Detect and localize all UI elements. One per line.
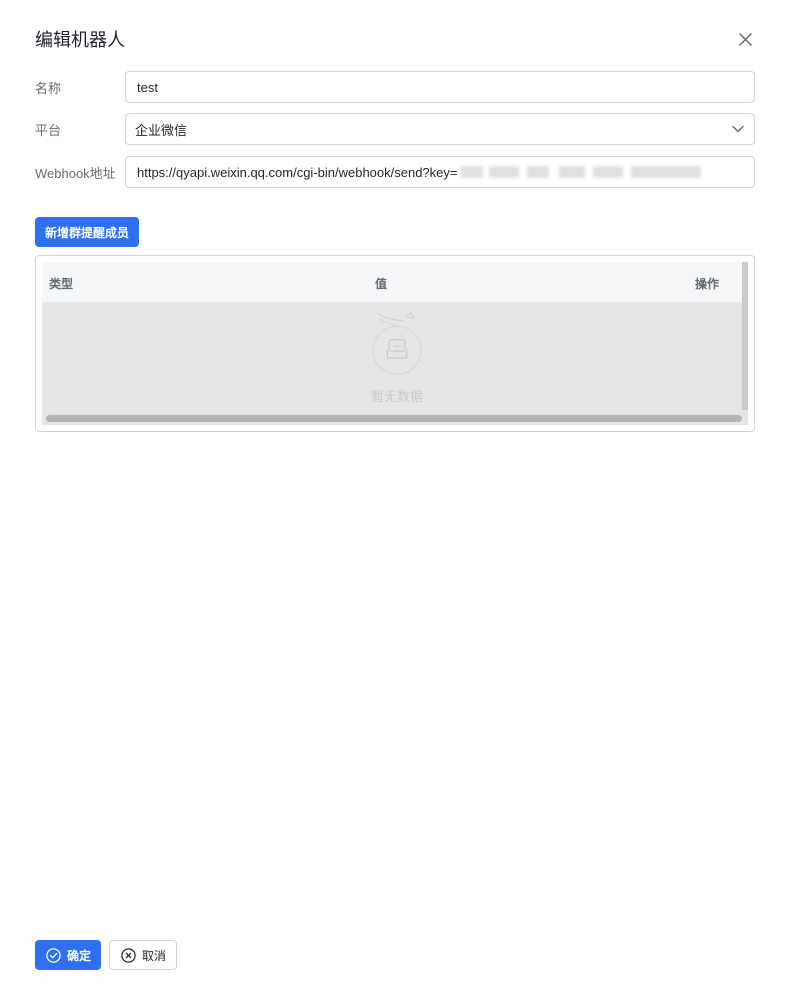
close-circle-icon (121, 947, 136, 963)
platform-select-value: 企业微信 (135, 122, 188, 138)
cancel-button-label: 取消 (142, 948, 167, 963)
webhook-label: Webhook地址 (35, 165, 116, 181)
add-group-member-button[interactable]: 新增群提醒成员 (35, 217, 140, 247)
column-header-type: 类型 (49, 277, 74, 291)
close-icon (738, 32, 752, 46)
name-input[interactable]: test (125, 71, 755, 103)
column-header-value: 值 (375, 277, 388, 291)
confirm-button-label: 确定 (67, 948, 92, 963)
members-table: 类型 值 操作 暂无数据 (35, 255, 755, 432)
table-header: 类型 值 操作 (42, 262, 742, 302)
webhook-input[interactable]: https://qyapi.weixin.qq.com/cgi-bin/webh… (125, 156, 755, 188)
table-body: 暂无数据 (42, 302, 748, 410)
column-header-actions: 操作 (695, 277, 720, 291)
drawer-header: 编辑机器人 (35, 22, 755, 56)
platform-label: 平台 (35, 122, 62, 138)
empty-state: 暂无数据 (352, 305, 442, 405)
check-circle-icon (46, 947, 61, 963)
empty-box-icon (363, 311, 431, 382)
platform-row: 平台 企业微信 (35, 113, 755, 145)
drawer-title: 编辑机器人 (35, 30, 125, 50)
chevron-down-icon (732, 125, 744, 133)
empty-text: 暂无数据 (370, 389, 423, 404)
vertical-scrollbar[interactable] (742, 262, 748, 425)
confirm-button[interactable]: 确定 (35, 940, 101, 970)
name-label: 名称 (35, 80, 62, 96)
edit-robot-drawer: 编辑机器人 名称 test 平台 企业微信 Webhook地址 https://… (0, 0, 791, 990)
horizontal-scrollbar[interactable] (42, 410, 748, 425)
name-input-value: test (137, 79, 158, 95)
name-row: 名称 test (35, 71, 755, 103)
webhook-row: Webhook地址 https://qyapi.weixin.qq.com/cg… (35, 156, 755, 188)
horizontal-scrollbar-thumb[interactable] (46, 415, 742, 422)
robot-form: 名称 test 平台 企业微信 Webhook地址 https://qyapi.… (35, 71, 755, 198)
drawer-footer: 确定 取消 (35, 940, 177, 970)
webhook-input-value: https://qyapi.weixin.qq.com/cgi-bin/webh… (137, 164, 458, 180)
cancel-button[interactable]: 取消 (109, 940, 177, 970)
redacted-key (460, 166, 701, 178)
close-button[interactable] (734, 28, 756, 50)
platform-select[interactable]: 企业微信 (125, 113, 755, 145)
members-table-inner: 类型 值 操作 暂无数据 (42, 262, 748, 425)
